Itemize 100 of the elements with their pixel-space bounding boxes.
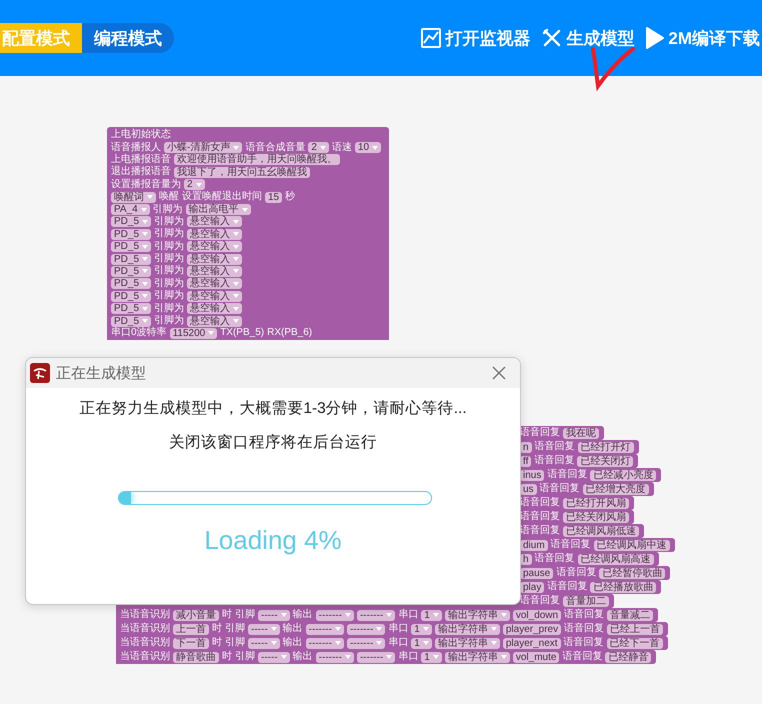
block-dropdown[interactable]: 输出字符串	[444, 652, 510, 662]
code-block-row[interactable]: 当语音识别 上一首 时 引脚 ----- 输出 ------- ------- 串口 1 输出字符串 player_prev 语音回复 已经上一首	[116, 622, 668, 636]
block-dropdown[interactable]: -------	[346, 638, 386, 648]
block-text-field[interactable]: 已经调风扇高速	[578, 554, 654, 564]
block-text-field[interactable]: 已经增大亮度	[582, 484, 649, 494]
block-dropdown[interactable]: 2	[308, 142, 329, 154]
code-block-row[interactable]: 当语音识别 减小音量 时 引脚 ----- 输出 ------- ------- 串口 1 输出字符串 vol_down 语音回复 音量减二	[116, 608, 658, 622]
block-dropdown[interactable]: PA_4	[111, 204, 150, 216]
block-dropdown[interactable]: PD_5	[111, 303, 152, 314]
block-dropdown[interactable]: 1	[421, 610, 442, 620]
block-text-field[interactable]: dium	[520, 540, 548, 550]
block-dropdown[interactable]: 唤醒词	[111, 192, 156, 203]
block-dropdown[interactable]: 输出字符串	[434, 624, 500, 634]
block-dropdown[interactable]: -------	[316, 652, 354, 662]
toolbar-button[interactable]: 打开监视器	[421, 26, 530, 50]
close-icon	[492, 366, 506, 380]
block-text-field[interactable]: 已经调风扇低速	[563, 526, 639, 536]
code-block-row[interactable]: 当语音识别 静音歌曲 时 引脚 ----- 输出 ------- ------- 串口 1 输出字符串 vol_mute 语音回复 已经静音	[116, 650, 656, 664]
block-text-field[interactable]: 已经打开风扇	[563, 498, 629, 508]
caret-icon	[344, 613, 351, 617]
block-text-field[interactable]: play	[520, 582, 544, 592]
block-text-field[interactable]: 静音歌曲	[173, 652, 219, 662]
block-dropdown[interactable]: 悬空输入	[187, 316, 242, 327]
block-text-field[interactable]: 已经下一首	[606, 638, 663, 648]
caret-icon	[432, 655, 439, 659]
block-dropdown[interactable]: 悬空输入	[187, 254, 242, 265]
block-dropdown[interactable]: 悬空输入	[187, 228, 242, 240]
block-text-field[interactable]: ff	[520, 456, 532, 466]
block-dropdown[interactable]: 悬空输入	[187, 266, 242, 277]
block-dropdown[interactable]: PD_5	[111, 266, 152, 277]
block-dropdown[interactable]: -----	[258, 652, 290, 662]
block-text-field[interactable]: 欢迎使用语音助手，用天问唤醒我。	[174, 154, 340, 166]
mode-tab[interactable]: 编程模式	[82, 23, 174, 53]
block-dropdown[interactable]: 1	[421, 652, 442, 662]
block-text-field[interactable]: 已经暂停歌曲	[599, 568, 666, 578]
block-label: 语音回复	[520, 511, 560, 523]
block-dropdown[interactable]: 1	[411, 624, 432, 634]
block-text-field[interactable]: 我退下了，用天问五幺唤醒我	[174, 166, 310, 178]
block-text-field[interactable]: 已经关闭灯	[577, 456, 634, 466]
block-dropdown[interactable]: 输出字符串	[444, 610, 510, 620]
block-text-field[interactable]: inus	[520, 470, 544, 480]
block-text-field[interactable]: player_prev	[502, 624, 562, 634]
caret-icon	[233, 282, 240, 286]
block-dropdown[interactable]: PD_5	[111, 216, 152, 228]
block-dropdown[interactable]: 2	[184, 179, 205, 190]
toolbar-button[interactable]: 生成模型	[542, 26, 634, 50]
block-dropdown[interactable]: 悬空输入	[187, 278, 242, 290]
block-text-field[interactable]: 上一首	[173, 624, 209, 634]
block-dropdown[interactable]: PD_5	[111, 241, 152, 252]
block-dropdown[interactable]: 10	[354, 142, 382, 154]
block-text-field[interactable]: 已经静音	[605, 652, 652, 662]
block-label: 引脚	[235, 651, 255, 663]
block-dropdown[interactable]: 1	[411, 638, 432, 648]
block-text-field[interactable]: 已经播放歌曲	[590, 582, 656, 592]
block-text-field[interactable]: 下一首	[173, 638, 209, 648]
code-block[interactable]	[107, 127, 390, 340]
block-text-field[interactable]: player_next	[502, 638, 561, 648]
block-dropdown[interactable]: -------	[306, 638, 344, 648]
block-text-field[interactable]: 已经关闭风扇	[563, 512, 629, 522]
block-text-field[interactable]: vol_mute	[512, 652, 560, 662]
block-text-field[interactable]: 已经减小亮度	[590, 470, 656, 480]
block-dropdown[interactable]: -------	[356, 610, 396, 620]
block-dropdown[interactable]: 小蝶-清新女声	[164, 142, 242, 154]
block-dropdown[interactable]: 悬空输入	[187, 216, 242, 228]
block-dropdown[interactable]: PD_5	[111, 228, 152, 240]
block-dropdown[interactable]: 悬空输入	[187, 290, 242, 302]
block-dropdown[interactable]: 输出高电平	[186, 204, 251, 216]
block-label: 语音合成音量	[245, 142, 306, 154]
block-dropdown[interactable]: -----	[258, 610, 290, 620]
block-text-field[interactable]: 已经调风扇中速	[594, 540, 670, 550]
block-text-field[interactable]: 15	[265, 192, 282, 203]
block-dropdown[interactable]: PD_5	[111, 290, 152, 302]
block-dropdown[interactable]: -------	[346, 624, 386, 634]
code-block-row[interactable]: 当语音识别 下一首 时 引脚 ----- 输出 ------- ------- 串口 1 输出字符串 player_next 语音回复 已经下一首	[116, 636, 668, 650]
block-dropdown[interactable]: 输出字符串	[434, 638, 500, 648]
block-text-field[interactable]: 已经上一首	[607, 624, 664, 634]
block-text-field[interactable]: 已经打开灯	[578, 442, 634, 452]
block-dropdown[interactable]: -----	[248, 624, 280, 634]
block-dropdown[interactable]: 悬空输入	[187, 303, 242, 314]
block-text-field[interactable]: pause	[520, 568, 554, 578]
toolbar-button[interactable]: 2M编译下载	[646, 26, 760, 50]
block-text-field[interactable]: 减小音量	[173, 610, 219, 620]
block-dropdown[interactable]: 115200	[170, 328, 218, 339]
block-text-field[interactable]: 音量减二	[607, 610, 654, 620]
block-text-field[interactable]: vol_down	[512, 610, 562, 620]
block-dropdown[interactable]: -------	[356, 652, 396, 662]
block-dropdown[interactable]: -----	[248, 638, 280, 648]
block-text-field[interactable]: 我在呢	[563, 428, 599, 438]
block-text-field[interactable]: n	[520, 442, 532, 452]
block-dropdown[interactable]: PD_5	[111, 278, 152, 290]
block-dropdown[interactable]: PD_5	[111, 254, 152, 265]
block-text-field[interactable]: us	[520, 484, 537, 494]
block-text-field[interactable]: 音量加二	[563, 596, 609, 606]
block-dropdown[interactable]: -------	[306, 624, 344, 634]
block-label: 语音回复	[550, 539, 591, 551]
block-dropdown[interactable]: PD_5	[111, 316, 152, 327]
block-dropdown[interactable]: 悬空输入	[187, 241, 242, 252]
caret-icon	[142, 244, 148, 249]
block-dropdown[interactable]: -------	[316, 610, 354, 620]
block-text-field[interactable]: h	[520, 554, 532, 564]
